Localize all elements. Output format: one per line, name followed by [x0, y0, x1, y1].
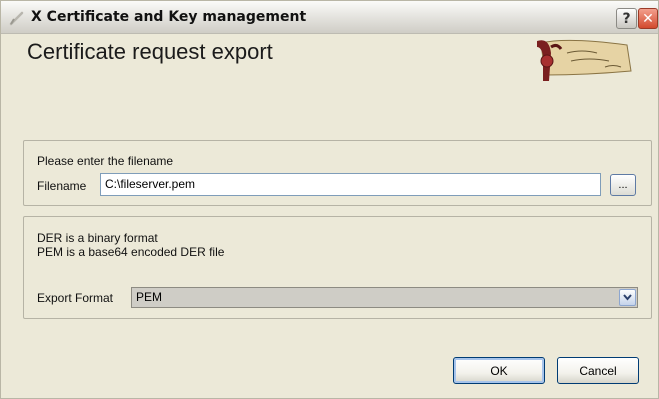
- title-bar[interactable]: X Certificate and Key management ? ✕: [1, 1, 658, 34]
- browse-button[interactable]: ...: [610, 174, 636, 196]
- page-title: Certificate request export: [27, 39, 273, 64]
- der-description: DER is a binary format: [37, 231, 158, 245]
- filename-label: Filename: [37, 179, 87, 193]
- export-format-select[interactable]: PEM: [131, 287, 638, 308]
- close-button[interactable]: ✕: [638, 8, 658, 29]
- ok-button[interactable]: OK: [453, 357, 545, 384]
- export-format-value: PEM: [136, 290, 163, 304]
- scroll-logo-icon: [537, 39, 632, 81]
- cancel-button[interactable]: Cancel: [557, 357, 639, 384]
- dialog-window: X Certificate and Key management ? ✕ Cer…: [0, 0, 659, 399]
- app-certificate-icon: [9, 11, 24, 26]
- filename-input[interactable]: C:\fileserver.pem: [100, 173, 601, 196]
- export-format-label: Export Format: [37, 291, 114, 305]
- help-button[interactable]: ?: [616, 8, 637, 29]
- filename-prompt: Please enter the filename: [37, 154, 174, 168]
- pem-description: PEM is a base64 encoded DER file: [37, 245, 225, 259]
- chevron-down-icon[interactable]: [619, 289, 636, 306]
- window-title: X Certificate and Key management: [31, 9, 307, 25]
